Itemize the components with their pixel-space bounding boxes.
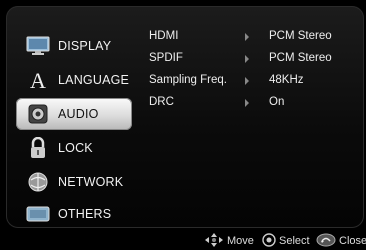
display-icon bbox=[26, 35, 50, 57]
setting-name: HDMI bbox=[149, 30, 179, 42]
audio-icon bbox=[26, 103, 50, 125]
setting-value: 48KHz bbox=[269, 74, 304, 86]
hint-select: Select bbox=[262, 232, 310, 250]
setting-row-drc[interactable]: DRC On bbox=[149, 96, 364, 114]
setup-menu-panel: DISPLAY A LANGUAGE AUDIO LOCK NETWORK OT… bbox=[6, 6, 364, 228]
arrow-right-icon bbox=[245, 99, 249, 107]
svg-text:A: A bbox=[30, 69, 46, 91]
hint-label: Select bbox=[279, 235, 310, 247]
sidebar-item-label: DISPLAY bbox=[58, 39, 112, 53]
sidebar-item-label: AUDIO bbox=[58, 107, 99, 121]
arrow-right-icon bbox=[245, 77, 249, 85]
setting-row-hdmi[interactable]: HDMI PCM Stereo bbox=[149, 30, 364, 48]
sidebar-item-others[interactable]: OTHERS bbox=[16, 198, 132, 230]
enter-button-icon bbox=[262, 232, 276, 250]
sidebar-item-label: OTHERS bbox=[58, 207, 112, 221]
lock-icon bbox=[26, 137, 50, 159]
sidebar-item-audio[interactable]: AUDIO bbox=[16, 98, 132, 130]
sidebar-item-network[interactable]: NETWORK bbox=[16, 166, 132, 198]
hint-move: Move bbox=[204, 232, 254, 250]
setting-name: DRC bbox=[149, 96, 174, 108]
setting-value: On bbox=[269, 96, 285, 108]
setting-name: Sampling Freq. bbox=[149, 74, 227, 86]
navigation-hints: Move Select Close bbox=[204, 232, 366, 250]
sidebar-item-lock[interactable]: LOCK bbox=[16, 132, 132, 164]
others-icon bbox=[26, 203, 50, 225]
category-sidebar: DISPLAY A LANGUAGE AUDIO LOCK NETWORK OT… bbox=[16, 20, 134, 228]
hint-close: Close bbox=[316, 233, 366, 250]
language-icon: A bbox=[26, 69, 50, 91]
sidebar-item-label: NETWORK bbox=[58, 175, 124, 189]
hint-label: Close bbox=[339, 235, 366, 247]
sidebar-item-language[interactable]: A LANGUAGE bbox=[16, 64, 132, 96]
sidebar-item-label: LOCK bbox=[58, 141, 93, 155]
setting-value: PCM Stereo bbox=[269, 52, 332, 64]
network-icon bbox=[26, 171, 50, 193]
setting-value: PCM Stereo bbox=[269, 30, 332, 42]
arrow-right-icon bbox=[245, 55, 249, 63]
sidebar-item-display[interactable]: DISPLAY bbox=[16, 30, 132, 62]
setting-row-sampling-freq[interactable]: Sampling Freq. 48KHz bbox=[149, 74, 364, 92]
sidebar-item-label: LANGUAGE bbox=[58, 73, 130, 87]
dpad-icon bbox=[204, 232, 224, 250]
setting-row-spdif[interactable]: SPDIF PCM Stereo bbox=[149, 52, 364, 70]
setting-name: SPDIF bbox=[149, 52, 183, 64]
arrow-right-icon bbox=[245, 33, 249, 41]
hint-label: Move bbox=[227, 235, 254, 247]
return-button-icon bbox=[316, 233, 336, 250]
